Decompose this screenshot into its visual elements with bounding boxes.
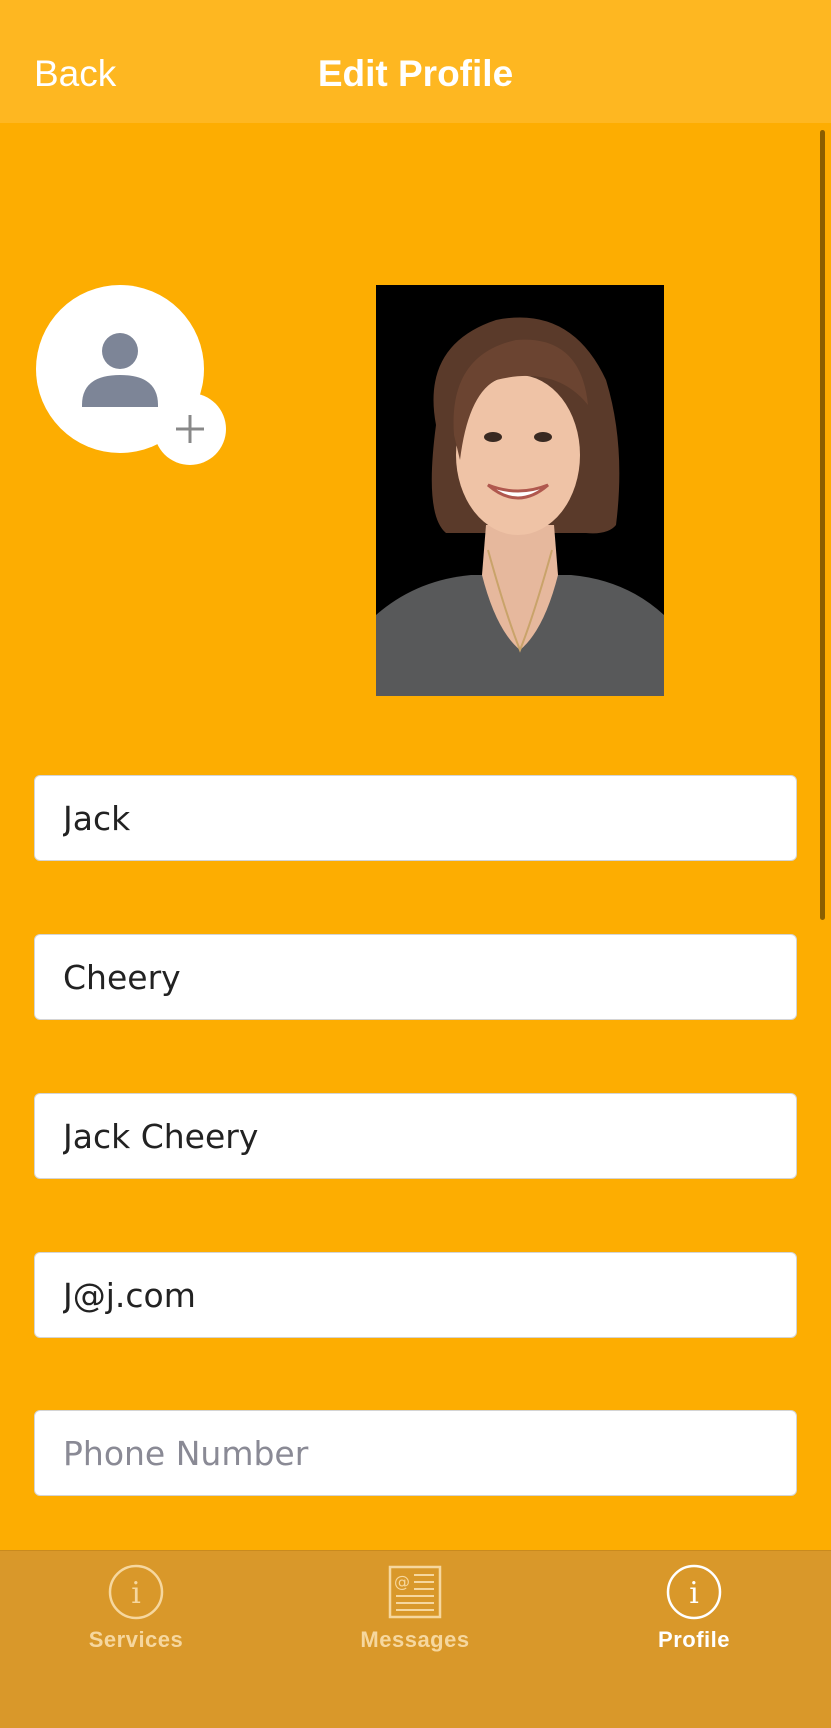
svg-text:@: @ (394, 1572, 410, 1591)
tab-label-services: Services (88, 1627, 184, 1652)
svg-text:i: i (689, 1576, 699, 1611)
message-icon: @ (388, 1565, 442, 1619)
last-name-field[interactable] (34, 934, 797, 1020)
add-photo-badge[interactable] (154, 393, 226, 465)
navigation-bar: Back Edit Profile (0, 0, 831, 123)
tab-profile[interactable]: i Profile (594, 1563, 794, 1673)
tab-label-messages: Messages (360, 1627, 470, 1652)
scroll-indicator[interactable] (820, 130, 825, 920)
svg-text:i: i (131, 1576, 141, 1611)
info-icon: i (666, 1564, 722, 1620)
phone-number-field[interactable] (34, 1410, 797, 1496)
tab-messages[interactable]: @ Messages (315, 1563, 515, 1673)
first-name-field[interactable] (34, 775, 797, 861)
tab-services[interactable]: i Services (36, 1563, 236, 1673)
avatar-picker-button[interactable] (36, 285, 226, 465)
tab-bar: i Services @ Messages i Profile (0, 1550, 831, 1728)
email-field[interactable] (34, 1252, 797, 1338)
profile-photo (376, 285, 664, 696)
info-icon: i (108, 1564, 164, 1620)
tab-label-profile: Profile (658, 1627, 730, 1652)
display-name-field[interactable] (34, 1093, 797, 1179)
plus-icon (176, 415, 204, 443)
profile-photo-image (376, 285, 664, 696)
page-title: Edit Profile (317, 53, 514, 94)
